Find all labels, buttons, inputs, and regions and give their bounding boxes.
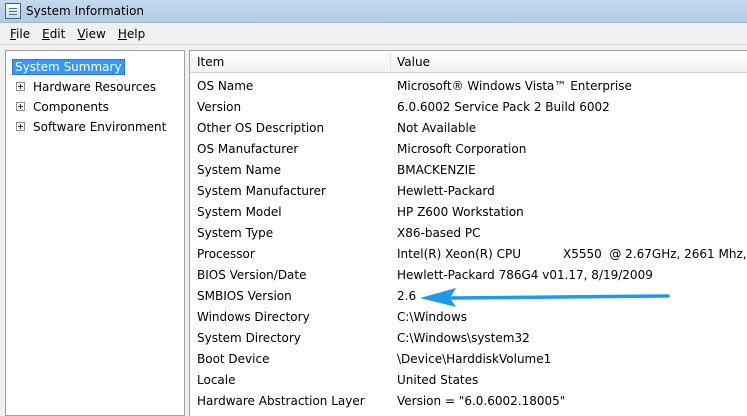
column-header-item[interactable]: Item	[190, 51, 390, 73]
window-title: System Information	[26, 4, 145, 18]
tree-node-hardware-resources[interactable]: Hardware Resources	[31, 78, 158, 96]
details-list: Item Value OS Name Microsoft® Windows Vis…	[189, 50, 747, 416]
row-item: Hardware Abstraction Layer	[197, 394, 365, 408]
tree-node-hardware-resources-label: Hardware Resources	[33, 80, 157, 94]
row-value: Microsoft Corporation	[397, 142, 527, 156]
row-item: Processor	[197, 247, 255, 261]
column-header-value[interactable]: Value	[390, 51, 747, 73]
table-row[interactable]: OS Manufacturer Microsoft Corporation	[190, 139, 747, 160]
row-item: System Model	[197, 205, 282, 219]
row-value: 2.6	[397, 289, 417, 303]
expand-hardware-resources-plus-icon[interactable]	[16, 82, 25, 91]
menu-file[interactable]: File	[4, 23, 36, 45]
row-value: Hewlett-Packard 786G4 v01.17, 8/19/2009	[397, 268, 653, 282]
tree-node-components[interactable]: Components	[31, 98, 111, 116]
table-row[interactable]: System Name BMACKENZIE	[190, 160, 747, 181]
row-value: United States	[397, 373, 479, 387]
row-item: BIOS Version/Date	[197, 268, 307, 282]
table-row[interactable]: Hardware Abstraction Layer Version = "6.0…	[190, 391, 747, 412]
row-item: OS Manufacturer	[197, 142, 299, 156]
menu-help-accel: H	[117, 26, 127, 41]
row-item: Version	[197, 100, 242, 114]
row-item: Boot Device	[197, 352, 270, 366]
row-value: Version = "6.0.6002.18005"	[397, 394, 566, 408]
menu-edit-label: dit	[49, 26, 66, 41]
row-value: X86-based PC	[397, 226, 481, 240]
menu-bar: File Edit View Help	[0, 23, 747, 45]
table-row[interactable]: System Model HP Z600 Workstation	[190, 202, 747, 223]
table-row[interactable]: Processor Intel(R) Xeon(R) CPU X5550 @ 2.…	[190, 244, 747, 265]
table-row[interactable]: System Directory C:\Windows\system32	[190, 328, 747, 349]
row-item: System Directory	[197, 331, 301, 345]
list-header: Item Value	[190, 51, 747, 73]
table-row[interactable]: System Type X86-based PC	[190, 223, 747, 244]
system-information-app-icon	[5, 3, 21, 19]
row-value: HP Z600 Workstation	[397, 205, 524, 219]
table-row[interactable]: Boot Device \Device\HarddiskVolume1	[190, 349, 747, 370]
expand-components-plus-icon[interactable]	[16, 102, 25, 111]
table-row[interactable]: BIOS Version/Date Hewlett-Packard 786G4 v…	[190, 265, 747, 286]
tree-node-components-label: Components	[33, 100, 109, 114]
row-value: C:\Windows\system32	[397, 331, 530, 345]
row-item: System Name	[197, 163, 281, 177]
row-item: Other OS Description	[197, 121, 325, 135]
row-value: 6.0.6002 Service Pack 2 Build 6002	[397, 100, 610, 114]
table-row[interactable]: Locale United States	[190, 370, 747, 391]
row-value: Hewlett-Packard	[397, 184, 495, 198]
row-item: OS Name	[197, 79, 254, 93]
row-value: Microsoft® Windows Vista™ Enterprise	[397, 79, 632, 93]
menu-edit[interactable]: Edit	[36, 23, 71, 45]
menu-view[interactable]: View	[71, 23, 111, 45]
menu-help[interactable]: Help	[112, 23, 151, 45]
row-value: Not Available	[397, 121, 477, 135]
row-item: SMBIOS Version	[197, 289, 292, 303]
row-item: Locale	[197, 373, 236, 387]
tree-node-software-environment-label: Software Environment	[33, 120, 167, 134]
table-row[interactable]: OS Name Microsoft® Windows Vista™ Enterpr…	[190, 76, 747, 97]
row-item: Windows Directory	[197, 310, 310, 324]
row-item: System Type	[197, 226, 274, 240]
row-item: System Manufacturer	[197, 184, 326, 198]
client-area: System Summary Hardware Resources Compon…	[0, 45, 747, 416]
table-row[interactable]: Windows Directory C:\Windows	[190, 307, 747, 328]
menu-file-label: ile	[16, 26, 31, 41]
title-bar: System Information	[0, 0, 747, 23]
table-row[interactable]: Other OS Description Not Available	[190, 118, 747, 139]
row-value: \Device\HarddiskVolume1	[397, 352, 552, 366]
menu-help-label: elp	[126, 26, 146, 41]
table-row[interactable]: Version 6.0.6002 Service Pack 2 Build 600…	[190, 97, 747, 118]
tree-node-system-summary[interactable]: System Summary	[12, 58, 125, 76]
category-tree: System Summary Hardware Resources Compon…	[5, 50, 185, 416]
menu-view-label: iew	[85, 26, 106, 41]
menu-edit-accel: E	[42, 26, 50, 41]
expand-software-environment-plus-icon[interactable]	[16, 122, 25, 131]
row-value: C:\Windows	[397, 310, 468, 324]
row-value: Intel(R) Xeon(R) CPU X5550 @ 2.67GHz, 26…	[397, 247, 747, 261]
tree-node-system-summary-label: System Summary	[12, 59, 125, 75]
tree-node-software-environment[interactable]: Software Environment	[31, 118, 168, 136]
table-row[interactable]: System Manufacturer Hewlett-Packard	[190, 181, 747, 202]
row-value: BMACKENZIE	[397, 163, 476, 177]
table-row[interactable]: SMBIOS Version 2.6	[190, 286, 747, 307]
